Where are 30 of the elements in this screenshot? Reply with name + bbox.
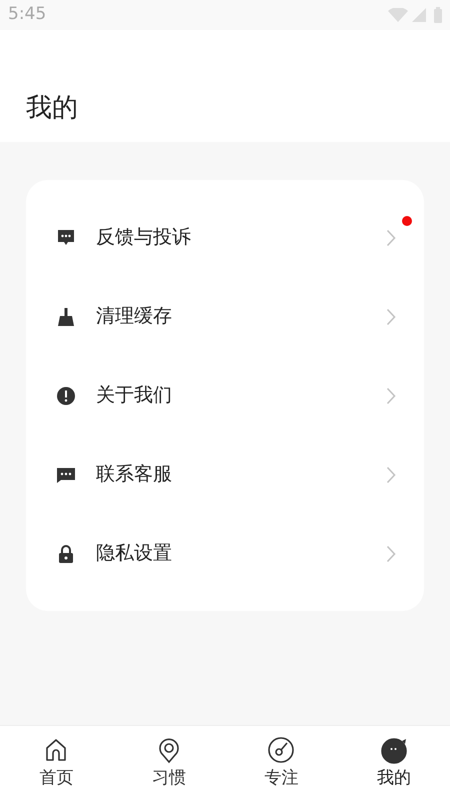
- page-title: 我的: [26, 92, 78, 125]
- tab[interactable]: 首页: [0, 726, 112, 800]
- chevron-icon: [386, 308, 396, 326]
- info-icon: [56, 386, 76, 406]
- face-icon: [380, 736, 408, 764]
- broom-icon: [56, 306, 76, 326]
- wifi-icon: [388, 8, 408, 22]
- menu-label: 反馈与投诉: [96, 225, 191, 250]
- tab[interactable]: 习惯: [112, 726, 225, 800]
- chevron-icon: [386, 386, 396, 404]
- menu-label: 隐私设置: [96, 541, 172, 566]
- disc-icon: [267, 736, 296, 764]
- lock-icon: [56, 544, 76, 564]
- signal-icon: [412, 8, 426, 22]
- status-time: 5:45: [8, 3, 46, 26]
- menu-item[interactable]: 关于我们: [26, 356, 424, 435]
- chevron-icon: [386, 544, 396, 562]
- menu-item[interactable]: 联系客服: [26, 435, 424, 514]
- menu-label: 联系客服: [96, 462, 172, 488]
- tab[interactable]: 专注: [225, 726, 338, 800]
- menu-label: 关于我们: [96, 383, 172, 408]
- chevron-icon: [386, 466, 396, 484]
- menu-item[interactable]: 隐私设置: [26, 514, 424, 593]
- tab[interactable]: 我的: [338, 726, 450, 800]
- chat-icon: [56, 228, 76, 248]
- battery-icon: [434, 7, 442, 23]
- menu-item[interactable]: 清理缓存: [26, 277, 424, 356]
- chevron-icon: [386, 228, 396, 246]
- menu-item[interactable]: 反馈与投诉: [26, 198, 424, 277]
- menu-label: 清理缓存: [96, 304, 172, 330]
